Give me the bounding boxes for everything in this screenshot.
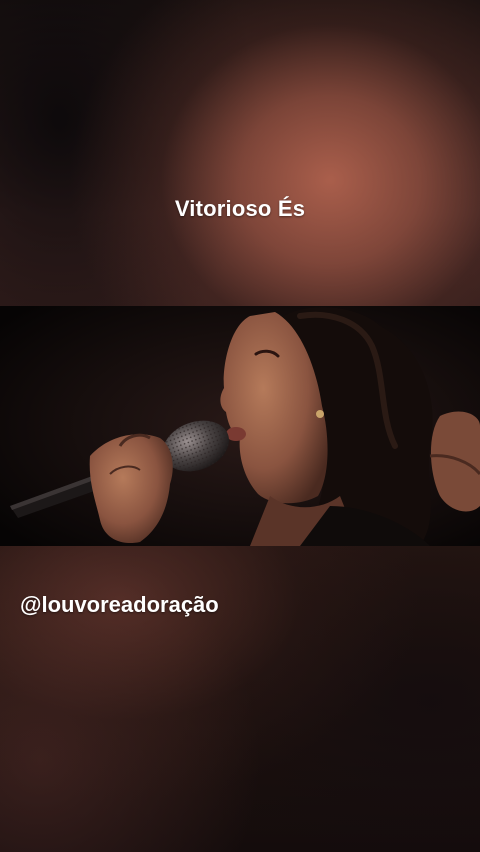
song-title: Vitorioso És [174, 196, 306, 221]
channel-handle[interactable]: @louvoreadoração [20, 592, 219, 618]
singer-with-microphone-image [0, 306, 480, 546]
video-player[interactable] [0, 306, 480, 546]
video-post-screen: Vitorioso És @louvoreadoração [0, 0, 480, 852]
